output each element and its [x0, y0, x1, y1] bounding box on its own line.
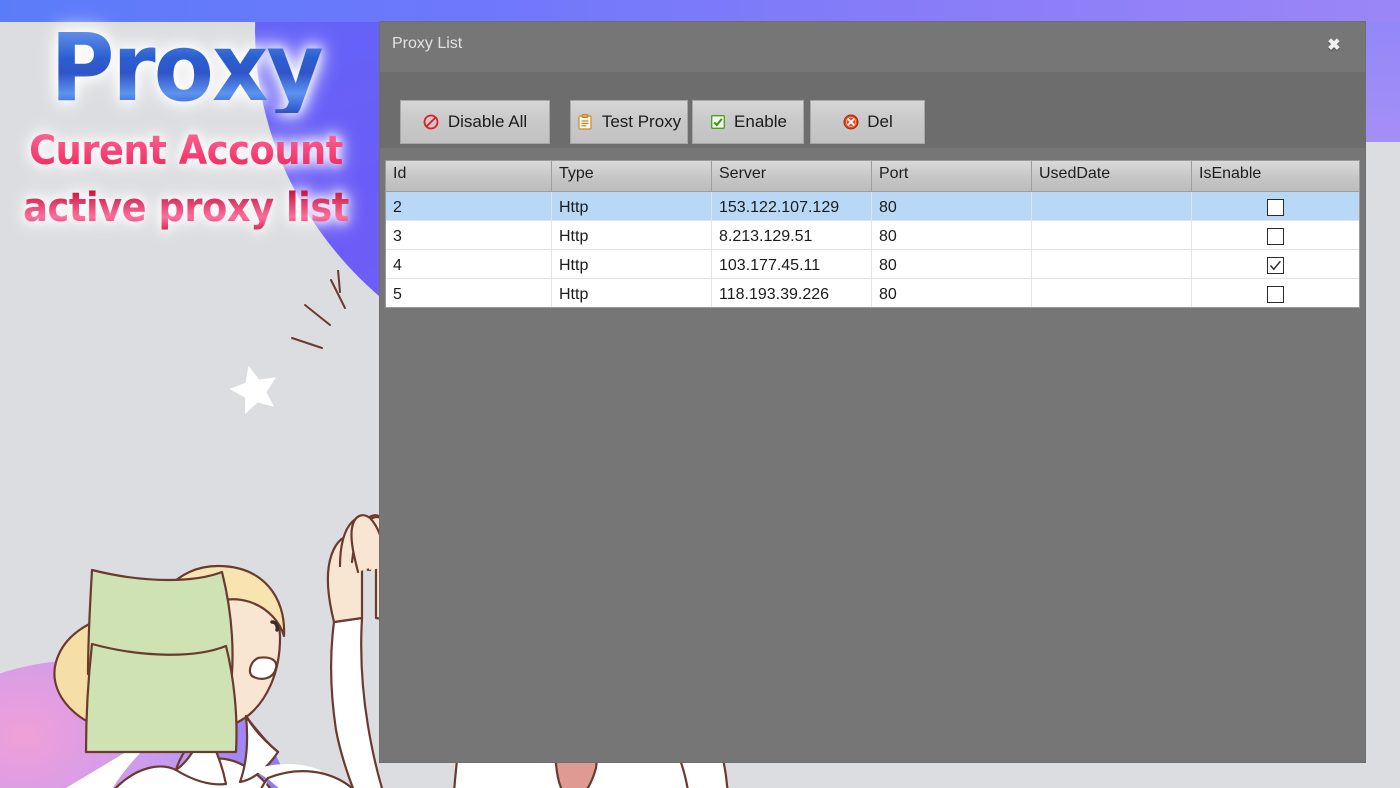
- cell-useddate: [1032, 192, 1192, 220]
- table-row[interactable]: 2 Http 153.122.107.129 80: [386, 192, 1359, 221]
- enable-label: Enable: [734, 112, 787, 131]
- cell-isenable: [1192, 250, 1359, 278]
- cell-port: 80: [872, 221, 1032, 249]
- cell-server: 153.122.107.129: [712, 192, 872, 220]
- cell-id: 5: [386, 279, 552, 307]
- cell-id: 4: [386, 250, 552, 278]
- disable-all-button[interactable]: Disable All: [400, 100, 550, 144]
- table-row[interactable]: 4 Http 103.177.45.11 80: [386, 250, 1359, 279]
- proxy-data-grid: Id Type Server Port UsedDate IsEnable 2 …: [385, 160, 1360, 308]
- column-header-isenable[interactable]: IsEnable: [1192, 161, 1359, 191]
- close-icon[interactable]: ✖: [1321, 34, 1347, 58]
- isenable-checkbox[interactable]: [1267, 199, 1284, 216]
- isenable-checkbox[interactable]: [1267, 286, 1284, 303]
- green-check-box-icon: [709, 114, 726, 131]
- column-header-port[interactable]: Port: [872, 161, 1032, 191]
- cell-type: Http: [552, 250, 712, 278]
- cell-useddate: [1032, 221, 1192, 249]
- cell-type: Http: [552, 279, 712, 307]
- isenable-checkbox[interactable]: [1267, 228, 1284, 245]
- cell-isenable: [1192, 279, 1359, 307]
- cell-type: Http: [552, 221, 712, 249]
- no-entry-icon: [423, 114, 440, 131]
- del-label: Del: [867, 112, 893, 131]
- grid-header-row: Id Type Server Port UsedDate IsEnable: [386, 161, 1359, 192]
- cell-id: 3: [386, 221, 552, 249]
- column-header-server[interactable]: Server: [712, 161, 872, 191]
- cell-useddate: [1032, 279, 1192, 307]
- enable-button[interactable]: Enable: [692, 100, 804, 144]
- right-purple-strip-decoration: [1364, 22, 1400, 142]
- cell-isenable: [1192, 221, 1359, 249]
- table-row[interactable]: 3 Http 8.213.129.51 80: [386, 221, 1359, 250]
- proxy-list-window: Proxy List ✖ Disable All Test Proxy Enab…: [380, 22, 1365, 762]
- cell-isenable: [1192, 192, 1359, 220]
- window-titlebar: Proxy List ✖: [380, 22, 1365, 72]
- cell-port: 80: [872, 192, 1032, 220]
- cell-server: 118.193.39.226: [712, 279, 872, 307]
- disable-all-label: Disable All: [447, 112, 528, 131]
- table-row[interactable]: 5 Http 118.193.39.226 80: [386, 279, 1359, 307]
- cell-port: 80: [872, 250, 1032, 278]
- cell-server: 8.213.129.51: [712, 221, 872, 249]
- cell-port: 80: [872, 279, 1032, 307]
- star-decoration-left: [229, 365, 277, 414]
- clipboard-icon: [577, 114, 594, 131]
- red-delete-icon: [842, 114, 859, 131]
- cell-useddate: [1032, 250, 1192, 278]
- isenable-checkbox[interactable]: [1267, 257, 1284, 274]
- test-proxy-button[interactable]: Test Proxy: [570, 100, 688, 144]
- cell-type: Http: [552, 192, 712, 220]
- top-gradient-bar-decoration: [0, 0, 1400, 22]
- test-proxy-label: Test Proxy: [601, 112, 682, 131]
- window-toolbar: Disable All Test Proxy Enable Del: [380, 72, 1365, 148]
- column-header-id[interactable]: Id: [386, 161, 552, 191]
- del-button[interactable]: Del: [810, 100, 925, 144]
- screenshot-root: Proxy Curent Account active proxy list: [0, 0, 1400, 788]
- window-title: Proxy List: [392, 35, 463, 52]
- cell-server: 103.177.45.11: [712, 250, 872, 278]
- cell-id: 2: [386, 192, 552, 220]
- column-header-type[interactable]: Type: [552, 161, 712, 191]
- column-header-useddate[interactable]: UsedDate: [1032, 161, 1192, 191]
